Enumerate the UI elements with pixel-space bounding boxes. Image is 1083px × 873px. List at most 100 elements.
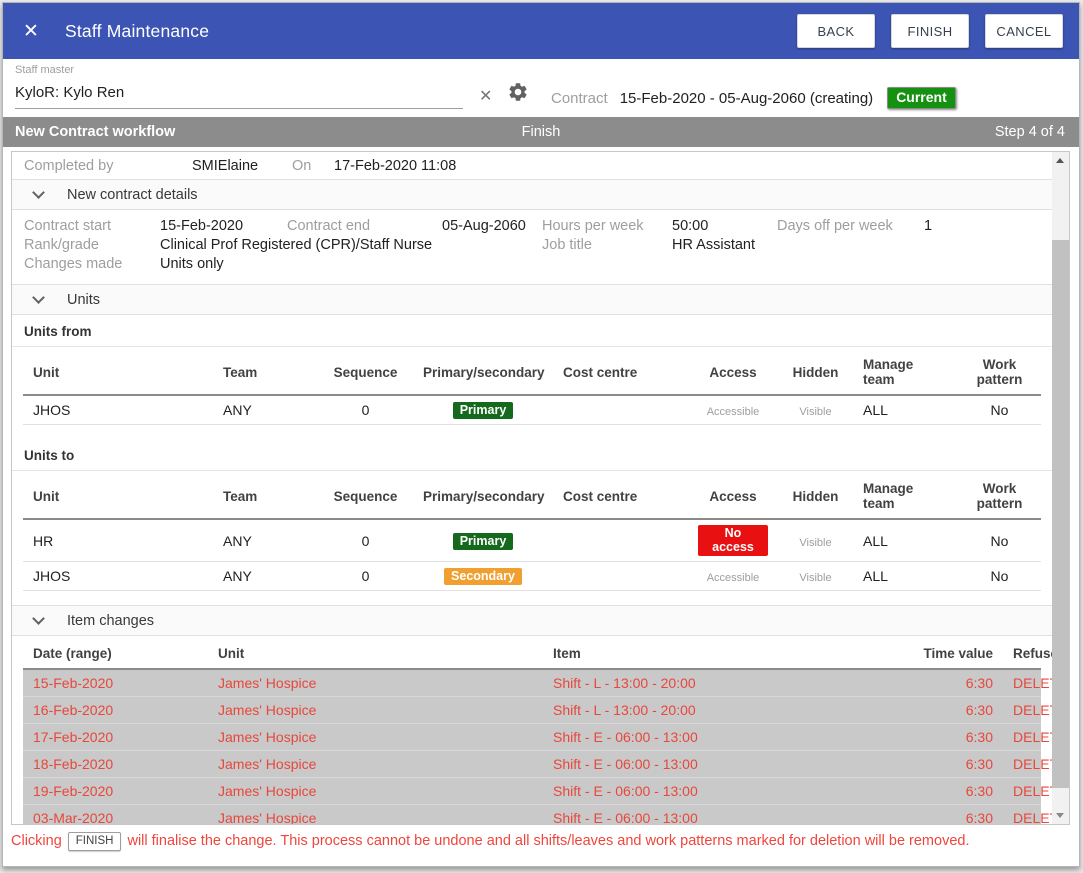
col-work-pattern: Work pattern (958, 475, 1041, 519)
table-header-row: Unit Team Sequence Primary/secondary Cos… (23, 351, 1041, 395)
contract-end-value: 05-Aug-2060 (442, 217, 542, 236)
item-cell: Shift - L - 13:00 - 20:00 (543, 669, 898, 697)
col-manage-team: Manage team (853, 475, 958, 519)
time-value-cell: 6:30 (898, 724, 1003, 751)
days-off-label: Days off per week (777, 217, 924, 236)
section-new-contract-details[interactable]: New contract details (12, 179, 1052, 210)
time-value-cell: 6:30 (898, 697, 1003, 724)
refuse-delete-cell: DELETED (1003, 778, 1041, 805)
col-work-pattern: Work pattern (958, 351, 1041, 395)
table-row: 16-Feb-2020 James' Hospice Shift - L - 1… (23, 697, 1041, 724)
staff-master-label: Staff master (15, 64, 74, 76)
col-primary-secondary: Primary/secondary (413, 475, 553, 519)
completed-on-datetime: 17-Feb-2020 11:08 (334, 158, 456, 174)
col-cost-centre: Cost centre (553, 475, 688, 519)
completed-by-label: Completed by (24, 158, 192, 174)
hidden-cell: Visible (778, 519, 853, 562)
hidden-value: Visible (799, 406, 831, 418)
unit-cell: James' Hospice (208, 724, 543, 751)
section-title: Units (67, 292, 100, 308)
chevron-down-icon (32, 186, 45, 199)
units-to-title: Units to (12, 439, 1052, 471)
unit-cell: James' Hospice (208, 751, 543, 778)
contract-value: 15-Feb-2020 - 05-Aug-2060 (creating) (620, 90, 873, 107)
warning-suffix: will finalise the change. This process c… (127, 833, 969, 849)
col-time-value: Time value (898, 640, 1003, 669)
unit-cell: James' Hospice (208, 778, 543, 805)
clear-icon[interactable]: ✕ (479, 86, 492, 106)
table-row: HR ANY 0 Primary No access Visible ALL N… (23, 519, 1041, 562)
team-cell: ANY (213, 395, 318, 425)
unit-cell: JHOS (23, 562, 213, 591)
back-button[interactable]: BACK (797, 14, 875, 48)
primary-secondary-badge: Primary (453, 402, 514, 419)
table-row: JHOS ANY 0 Secondary Accessible Visible … (23, 562, 1041, 591)
staff-master-input[interactable] (15, 81, 463, 109)
item-cell: Shift - E - 06:00 - 13:00 (543, 805, 898, 825)
time-value-cell: 6:30 (898, 805, 1003, 825)
completed-by-row: Completed by SMIElaine On 17-Feb-2020 11… (12, 152, 1052, 179)
manage-team-cell: ALL (853, 562, 958, 591)
sequence-cell: 0 (318, 562, 413, 591)
date-cell: 17-Feb-2020 (23, 724, 208, 751)
chevron-down-icon (32, 291, 45, 304)
cancel-button[interactable]: CANCEL (985, 14, 1063, 48)
primary-secondary-cell: Primary (413, 395, 553, 425)
contract-start-value: 15-Feb-2020 (160, 217, 287, 236)
workflow-step-name: Finish (3, 124, 1079, 140)
content-panel: Completed by SMIElaine On 17-Feb-2020 11… (11, 151, 1070, 825)
staff-master-row: Staff master ✕ Contract 15-Feb-2020 - 05… (3, 59, 1079, 117)
refuse-delete-cell: DELETED (1003, 697, 1041, 724)
hidden-cell: Visible (778, 395, 853, 425)
col-unit: Unit (23, 351, 213, 395)
vertical-scrollbar[interactable] (1052, 152, 1069, 824)
refuse-delete-cell: DELETED (1003, 724, 1041, 751)
item-cell: Shift - L - 13:00 - 20:00 (543, 697, 898, 724)
col-manage-team: Manage team (853, 351, 958, 395)
col-access: Access (688, 475, 778, 519)
section-units[interactable]: Units (12, 284, 1052, 315)
item-cell: Shift - E - 06:00 - 13:00 (543, 724, 898, 751)
refuse-delete-cell: DELETED (1003, 751, 1041, 778)
section-title: New contract details (67, 187, 198, 203)
cost-centre-cell (553, 562, 688, 591)
job-title-label: Job title (542, 236, 672, 255)
cost-centre-cell (553, 395, 688, 425)
date-cell: 16-Feb-2020 (23, 697, 208, 724)
finish-warning: ClickingFINISHwill finalise the change. … (11, 833, 1071, 852)
finish-button[interactable]: FINISH (891, 14, 969, 48)
access-value: Accessible (707, 406, 760, 418)
gear-icon[interactable] (507, 81, 529, 108)
changes-made-label: Changes made (24, 255, 160, 274)
staff-maintenance-window: ✕ Staff Maintenance BACK FINISH CANCEL S… (2, 2, 1080, 867)
contract-label: Contract (551, 90, 608, 107)
col-sequence: Sequence (318, 351, 413, 395)
table-header-row: Unit Team Sequence Primary/secondary Cos… (23, 475, 1041, 519)
job-title-value: HR Assistant (672, 236, 755, 255)
col-refuse-delete: Refuse/delete (1003, 640, 1041, 669)
rank-grade-label: Rank/grade (24, 236, 160, 255)
refuse-delete-cell: DELETED (1003, 805, 1041, 825)
unit-cell: James' Hospice (208, 697, 543, 724)
scroll-up-icon[interactable] (1056, 158, 1064, 163)
col-primary-secondary: Primary/secondary (413, 351, 553, 395)
units-from-title: Units from (12, 315, 1052, 347)
col-date-range: Date (range) (23, 640, 208, 669)
section-item-changes[interactable]: Item changes (12, 605, 1052, 636)
close-icon[interactable]: ✕ (19, 20, 43, 43)
unit-cell: James' Hospice (208, 805, 543, 825)
col-unit: Unit (23, 475, 213, 519)
primary-secondary-cell: Secondary (413, 562, 553, 591)
completed-by-user: SMIElaine (192, 158, 292, 174)
scroll-down-icon[interactable] (1056, 813, 1064, 818)
work-pattern-cell: No (958, 519, 1041, 562)
finish-mini-button[interactable]: FINISH (68, 832, 122, 851)
refuse-delete-cell: DELETED (1003, 669, 1041, 697)
item-cell: Shift - E - 06:00 - 13:00 (543, 751, 898, 778)
scrollbar-thumb[interactable] (1052, 240, 1069, 788)
col-team: Team (213, 351, 318, 395)
sequence-cell: 0 (318, 519, 413, 562)
primary-secondary-badge: Secondary (444, 568, 522, 585)
col-unit: Unit (208, 640, 543, 669)
access-cell: Accessible (688, 395, 778, 425)
